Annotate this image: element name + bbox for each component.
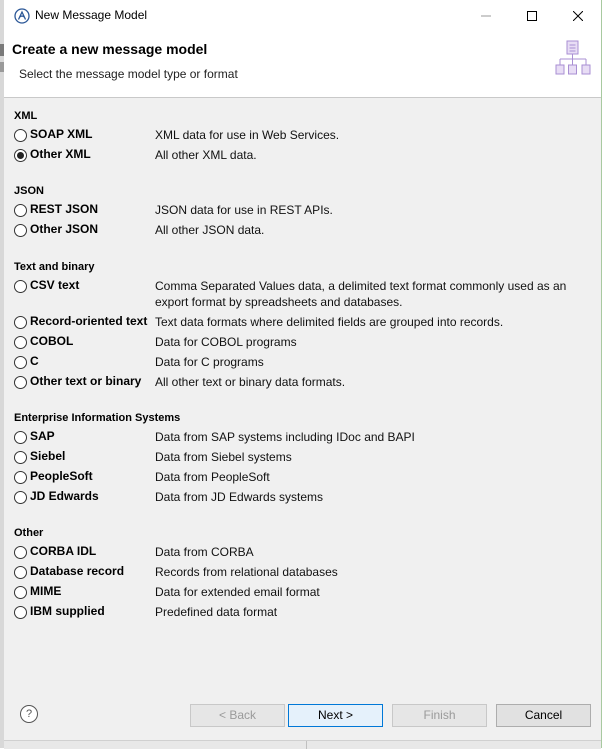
help-icon[interactable]: ? — [20, 705, 38, 723]
radio-button[interactable] — [14, 376, 27, 389]
close-icon — [573, 10, 583, 21]
message-model-icon — [555, 40, 591, 75]
radio-button[interactable] — [14, 451, 27, 464]
group-text-and-binary: Text and binary CSV text Comma Separated… — [14, 260, 566, 393]
option-label: Record-oriented text — [30, 314, 148, 328]
minimize-icon — [481, 15, 491, 16]
option-label: SAP — [30, 429, 55, 443]
option-description: Data from SAP systems including IDoc and… — [155, 430, 415, 444]
cancel-button[interactable]: Cancel — [496, 704, 591, 727]
maximize-icon — [527, 10, 537, 21]
page-subtitle: Select the message model type or format — [19, 67, 238, 81]
radio-button[interactable] — [14, 316, 27, 329]
option-cobol[interactable]: COBOL Data for COBOL programs — [14, 333, 297, 353]
group-title: Other — [14, 527, 44, 539]
option-mime[interactable]: MIME Data for extended email format — [14, 583, 320, 603]
option-description: Data from JD Edwards systems — [155, 490, 324, 504]
option-description: Data from PeopleSoft — [155, 470, 270, 484]
radio-button[interactable] — [14, 129, 27, 142]
option-soap-xml[interactable]: SOAP XML XML data for use in Web Service… — [14, 126, 339, 146]
option-description: All other XML data. — [155, 148, 257, 162]
radio-button[interactable] — [14, 224, 27, 237]
group-xml: XML SOAP XML XML data for use in Web Ser… — [14, 109, 339, 166]
option-label: COBOL — [30, 334, 74, 348]
option-rest-json[interactable]: REST JSON JSON data for use in REST APIs… — [14, 201, 333, 221]
option-other-xml[interactable]: Other XML All other XML data. — [14, 146, 257, 166]
option-label: Other XML — [30, 147, 91, 161]
option-label: MIME — [30, 584, 62, 598]
option-description: Data for extended email format — [155, 585, 320, 599]
page-title: Create a new message model — [12, 41, 208, 57]
option-description: Text data formats where delimited fields… — [155, 315, 504, 329]
option-description: All other JSON data. — [155, 223, 265, 237]
option-other-text-or-binary[interactable]: Other text or binary All other text or b… — [14, 373, 345, 393]
radio-button[interactable] — [14, 356, 27, 369]
wizard-banner: Create a new message model Select the me… — [4, 31, 601, 98]
option-c[interactable]: C Data for C programs — [14, 353, 264, 373]
option-description: Data for COBOL programs — [155, 335, 297, 349]
option-description: Records from relational databases — [155, 565, 338, 579]
option-description: Comma Separated Values data, a delimited… — [155, 279, 567, 309]
option-label: SOAP XML — [30, 127, 93, 141]
option-label: CSV text — [30, 278, 80, 292]
message-type-selection-area: XML SOAP XML XML data for use in Web Ser… — [4, 98, 601, 688]
option-label: PeopleSoft — [30, 469, 93, 483]
option-label: Siebel — [30, 449, 66, 463]
group-other: Other CORBA IDL Data from CORBA Database… — [14, 526, 338, 623]
window-title: New Message Model — [35, 8, 148, 22]
option-jd-edwards[interactable]: JD Edwards Data from JD Edwards systems — [14, 488, 323, 508]
option-peoplesoft[interactable]: PeopleSoft Data from PeopleSoft — [14, 468, 270, 488]
radio-button[interactable] — [14, 280, 27, 293]
option-description: Predefined data format — [155, 605, 278, 619]
radio-button[interactable] — [14, 586, 27, 599]
option-csv-text[interactable]: CSV text Comma Separated Values data, a … — [14, 277, 566, 313]
group-title: Enterprise Information Systems — [14, 412, 181, 424]
group-enterprise-information-systems: Enterprise Information Systems SAP Data … — [14, 411, 415, 508]
option-description: Data from CORBA — [155, 545, 254, 559]
option-ibm-supplied[interactable]: IBM supplied Predefined data format — [14, 603, 277, 623]
wizard-button-bar: ? < Back Next > Finish Cancel — [4, 688, 601, 740]
option-description: All other text or binary data formats. — [155, 375, 346, 389]
option-sap[interactable]: SAP Data from SAP systems including IDoc… — [14, 428, 415, 448]
new-message-model-dialog: New Message Model Create a new message m… — [4, 0, 602, 749]
next-button[interactable]: Next > — [288, 704, 383, 727]
radio-button[interactable] — [14, 491, 27, 504]
option-corba-idl[interactable]: CORBA IDL Data from CORBA — [14, 543, 254, 563]
close-button[interactable] — [555, 0, 601, 31]
option-label: REST JSON — [30, 202, 99, 216]
option-label: IBM supplied — [30, 604, 105, 618]
option-record-oriented-text[interactable]: Record-oriented text Text data formats w… — [14, 313, 503, 333]
radio-button[interactable] — [14, 471, 27, 484]
radio-button[interactable] — [14, 431, 27, 444]
radio-button[interactable] — [14, 546, 27, 559]
radio-button[interactable] — [14, 566, 27, 579]
radio-button[interactable] — [14, 204, 27, 217]
group-json: JSON REST JSON JSON data for use in REST… — [14, 184, 333, 241]
back-button[interactable]: < Back — [190, 704, 285, 727]
option-label: Other JSON — [30, 222, 99, 236]
option-label: JD Edwards — [30, 489, 99, 503]
group-title: JSON — [14, 185, 44, 197]
option-label: CORBA IDL — [30, 544, 97, 558]
option-label: C — [30, 354, 39, 368]
option-database-record[interactable]: Database record Records from relational … — [14, 563, 338, 583]
minimize-button[interactable] — [463, 0, 509, 31]
option-description: JSON data for use in REST APIs. — [155, 203, 333, 217]
app-icon — [14, 8, 30, 24]
radio-button-selected[interactable] — [14, 149, 27, 162]
option-label: Database record — [30, 564, 125, 578]
radio-button[interactable] — [14, 606, 27, 619]
option-description: Data for C programs — [155, 355, 264, 369]
option-label: Other text or binary — [30, 374, 142, 388]
title-bar[interactable]: New Message Model — [4, 0, 601, 31]
group-title: XML — [14, 110, 38, 122]
radio-button[interactable] — [14, 336, 27, 349]
option-description: Data from Siebel systems — [155, 450, 292, 464]
option-description: XML data for use in Web Services. — [155, 128, 340, 142]
maximize-button[interactable] — [509, 0, 555, 31]
option-other-json[interactable]: Other JSON All other JSON data. — [14, 221, 264, 241]
group-title: Text and binary — [14, 261, 95, 273]
option-siebel[interactable]: Siebel Data from Siebel systems — [14, 448, 292, 468]
finish-button[interactable]: Finish — [392, 704, 487, 727]
